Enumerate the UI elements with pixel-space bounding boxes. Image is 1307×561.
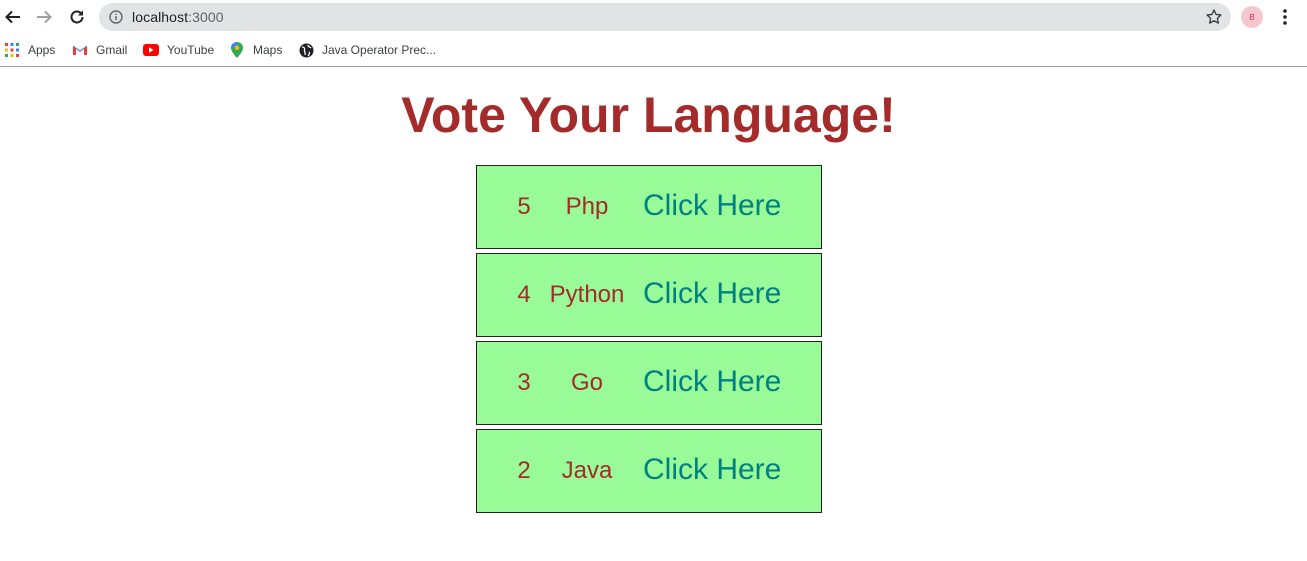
site-info-icon[interactable] (109, 10, 123, 24)
profile-avatar[interactable]: B (1241, 6, 1263, 28)
vote-row-java: 2 Java Click Here (476, 429, 822, 513)
page-title: Vote Your Language! (401, 87, 896, 143)
url-port: :3000 (188, 9, 224, 25)
bookmark-star-icon[interactable] (1205, 8, 1223, 26)
gmail-icon (72, 42, 88, 58)
vote-button-java[interactable]: Click Here (643, 453, 781, 487)
language-name: Java (561, 457, 613, 484)
globe-icon (298, 42, 314, 58)
bookmark-label: Java Operator Prec... (322, 43, 437, 57)
back-arrow-icon[interactable] (1, 5, 25, 29)
vote-button-go[interactable]: Click Here (643, 365, 781, 399)
maps-icon (229, 42, 245, 58)
bookmark-label: Gmail (96, 43, 128, 57)
bookmark-java-operator[interactable]: Java Operator Prec... (298, 41, 436, 59)
profile-initial: B (1249, 12, 1255, 22)
language-name: Go (570, 369, 603, 396)
forward-arrow-icon[interactable] (32, 5, 56, 29)
vote-row-python: 4 Python Click Here (476, 253, 822, 337)
vote-count: 4 (517, 281, 531, 308)
vote-button-python[interactable]: Click Here (643, 277, 781, 311)
url-text: localhost:3000 (132, 9, 224, 25)
vote-row-go: 3 Go Click Here (476, 341, 822, 425)
bookmark-label: Maps (253, 43, 283, 57)
bookmarks-bar: Apps Gmail YouTube Maps Java Operator Pr… (0, 34, 1307, 67)
vote-button-php[interactable]: Click Here (643, 189, 781, 223)
more-menu-icon[interactable] (1276, 7, 1294, 27)
apps-grid-icon (4, 42, 20, 58)
vote-row-php: 5 Php Click Here (476, 165, 822, 249)
url-host: localhost (132, 9, 189, 25)
vote-list: 5 Php Click Here 4 Python Click Here 3 G… (476, 165, 822, 517)
bookmark-youtube[interactable]: YouTube (143, 41, 214, 59)
bookmark-label: YouTube (167, 43, 215, 57)
bookmark-gmail[interactable]: Gmail (72, 41, 127, 59)
browser-toolbar: localhost:3000 B (0, 0, 1307, 34)
vote-count: 5 (517, 193, 531, 220)
youtube-icon (143, 42, 159, 58)
vote-count: 2 (517, 457, 531, 484)
bookmark-label: Apps (28, 43, 56, 57)
language-name: Php (565, 193, 609, 220)
bookmark-apps[interactable]: Apps (4, 41, 55, 59)
reload-icon[interactable] (65, 5, 89, 29)
address-bar[interactable]: localhost:3000 (99, 3, 1231, 31)
vote-count: 3 (517, 369, 531, 396)
bookmark-maps[interactable]: Maps (229, 41, 282, 59)
language-name: Python (549, 281, 625, 308)
